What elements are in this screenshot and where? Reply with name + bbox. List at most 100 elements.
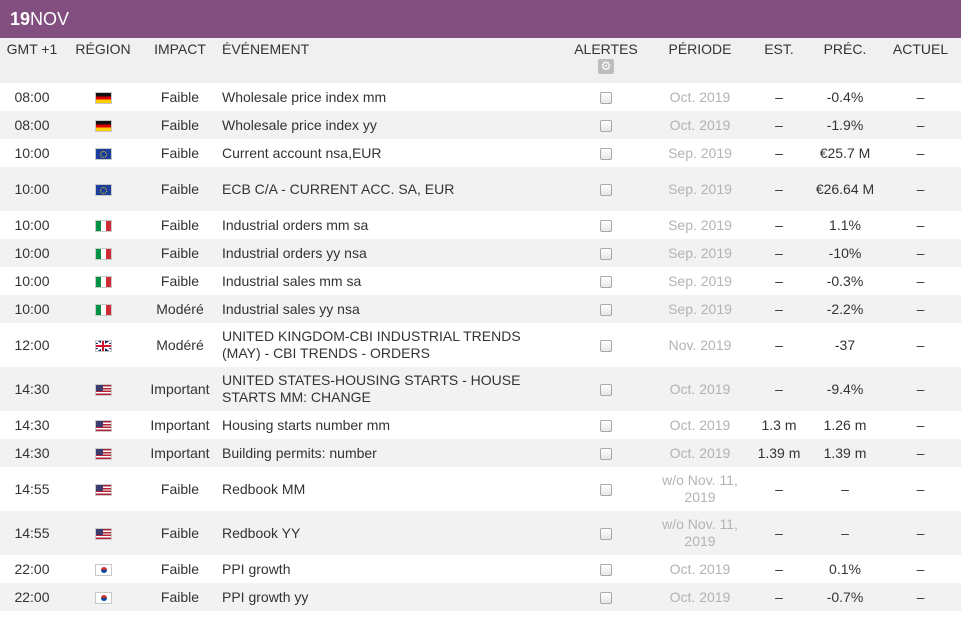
event-name[interactable]: Building permits: number — [218, 439, 560, 467]
event-alert — [560, 111, 652, 139]
event-name[interactable]: Redbook MM — [218, 467, 560, 511]
alert-checkbox[interactable] — [600, 339, 612, 352]
event-est: – — [748, 295, 810, 323]
event-actual: – — [916, 336, 925, 353]
event-time: 14:55 — [14, 480, 50, 497]
event-name[interactable]: UNITED STATES-HOUSING STARTS - HOUSE STA… — [218, 367, 560, 411]
event-name[interactable]: Current account nsa,EUR — [218, 139, 560, 167]
event-time: 12:00 — [14, 336, 50, 353]
event-actual: – — [916, 560, 925, 577]
alert-checkbox[interactable] — [600, 527, 612, 540]
event-prev: -1.9% — [810, 111, 880, 139]
event-name[interactable]: Wholesale price index mm — [218, 83, 560, 111]
event-prev: -2.2% — [810, 295, 880, 323]
event-impact: Faible — [160, 480, 200, 497]
event-actual: – — [880, 111, 961, 139]
flag-de-icon — [94, 91, 112, 104]
column-est: EST. — [748, 38, 810, 83]
flag-it-icon — [94, 219, 112, 232]
table-row: 10:00 Faible Industrial sales mm sa Sep. 20… — [0, 267, 961, 295]
column-period: PÉRIODE — [652, 38, 748, 83]
table-row: 14:30 Important UNITED STATES-HOUSING STAR… — [0, 367, 961, 411]
event-name[interactable]: Industrial sales mm sa — [218, 267, 560, 295]
alert-checkbox[interactable] — [600, 303, 612, 316]
event-actual: – — [880, 295, 961, 323]
event-prev: 1.39 m — [810, 439, 880, 467]
alert-checkbox[interactable] — [600, 119, 612, 132]
event-alert — [560, 83, 652, 111]
event-alert — [560, 439, 652, 467]
event-time: 10:00 — [14, 272, 50, 289]
event-actual: – — [880, 511, 961, 555]
column-time: GMT +1 — [0, 38, 64, 83]
alert-checkbox[interactable] — [600, 563, 612, 576]
event-alert — [560, 467, 652, 511]
flag-us-icon — [94, 419, 112, 432]
event-impact: Faible — [142, 511, 218, 555]
table-row: 14:30 Important Housing starts number mm Oc… — [0, 411, 961, 439]
event-prev: €25.7 M — [819, 144, 871, 161]
flag-it-icon — [94, 247, 112, 260]
event-actual: – — [880, 367, 961, 411]
event-region — [64, 211, 142, 239]
event-name[interactable]: Housing starts number mm — [218, 411, 560, 439]
alert-checkbox[interactable] — [600, 447, 612, 460]
table-row: 10:00 Faible Current account nsa,EUR Sep. 2… — [0, 139, 961, 167]
alert-checkbox[interactable] — [600, 483, 612, 496]
event-time: 22:00 — [14, 560, 50, 577]
event-est: – — [748, 367, 810, 411]
event-time: 14:55 — [0, 511, 64, 555]
alert-checkbox[interactable] — [600, 147, 612, 160]
event-prev: 1.26 m — [823, 416, 867, 433]
alert-checkbox[interactable] — [600, 219, 612, 232]
event-prev: -0.4% — [826, 88, 864, 105]
event-time: 08:00 — [0, 111, 64, 139]
alert-checkbox[interactable] — [600, 383, 612, 396]
event-period: w/o Nov. 11, 2019 — [662, 472, 738, 505]
flag-gb-icon — [94, 339, 112, 352]
event-actual: – — [880, 439, 961, 467]
event-impact: Faible — [142, 111, 218, 139]
events-body: 08:00 Faible Wholesale price index mm Oct. … — [0, 83, 961, 611]
event-time: 10:00 — [0, 167, 64, 211]
event-alert — [560, 267, 652, 295]
event-impact: Faible — [160, 560, 200, 577]
event-name[interactable]: Redbook YY — [218, 511, 560, 555]
table-row: 10:00 Faible ECB C/A - CURRENT ACC. SA, EU… — [0, 167, 961, 211]
event-impact: Modéré — [156, 336, 204, 353]
event-name[interactable]: PPI growth — [218, 555, 560, 583]
event-name[interactable]: Industrial sales yy nsa — [218, 295, 560, 323]
event-region — [64, 511, 142, 555]
column-actual: ACTUEL — [880, 38, 961, 83]
table-row: 10:00 Modéré Industrial sales yy nsa Sep. 2… — [0, 295, 961, 323]
alert-checkbox[interactable] — [600, 183, 612, 196]
event-name[interactable]: ECB C/A - CURRENT ACC. SA, EUR — [218, 167, 560, 211]
alert-checkbox[interactable] — [600, 419, 612, 432]
event-name[interactable]: PPI growth yy — [218, 583, 560, 611]
event-time: 10:00 — [14, 144, 50, 161]
event-prev: -0.3% — [826, 272, 864, 289]
event-period: Sep. 2019 — [668, 144, 732, 161]
event-name[interactable]: Industrial orders mm sa — [218, 211, 560, 239]
column-prev: PRÉC. — [810, 38, 880, 83]
event-impact: Important — [150, 416, 210, 433]
event-est: – — [775, 336, 783, 353]
event-name[interactable]: UNITED KINGDOM-CBI INDUSTRIAL TRENDS (MA… — [218, 323, 560, 367]
event-time: 10:00 — [0, 239, 64, 267]
event-alert — [560, 323, 652, 367]
day-number: 19 — [10, 8, 31, 29]
gear-icon[interactable]: ⚙ — [598, 59, 614, 74]
table-row: 10:00 Faible Industrial orders mm sa Sep. 2… — [0, 211, 961, 239]
event-alert — [560, 555, 652, 583]
alert-checkbox[interactable] — [600, 91, 612, 104]
event-name[interactable]: Industrial orders yy nsa — [218, 239, 560, 267]
event-name[interactable]: Wholesale price index yy — [218, 111, 560, 139]
event-est: 1.3 m — [761, 416, 797, 433]
event-time: 14:30 — [14, 416, 50, 433]
event-est: – — [775, 272, 783, 289]
alert-checkbox[interactable] — [600, 247, 612, 260]
alert-checkbox[interactable] — [600, 275, 612, 288]
table-row: 12:00 Modéré UNITED KINGDOM-CBI INDUSTRIAL… — [0, 323, 961, 367]
alert-checkbox[interactable] — [600, 591, 612, 604]
event-time: 08:00 — [14, 88, 50, 105]
